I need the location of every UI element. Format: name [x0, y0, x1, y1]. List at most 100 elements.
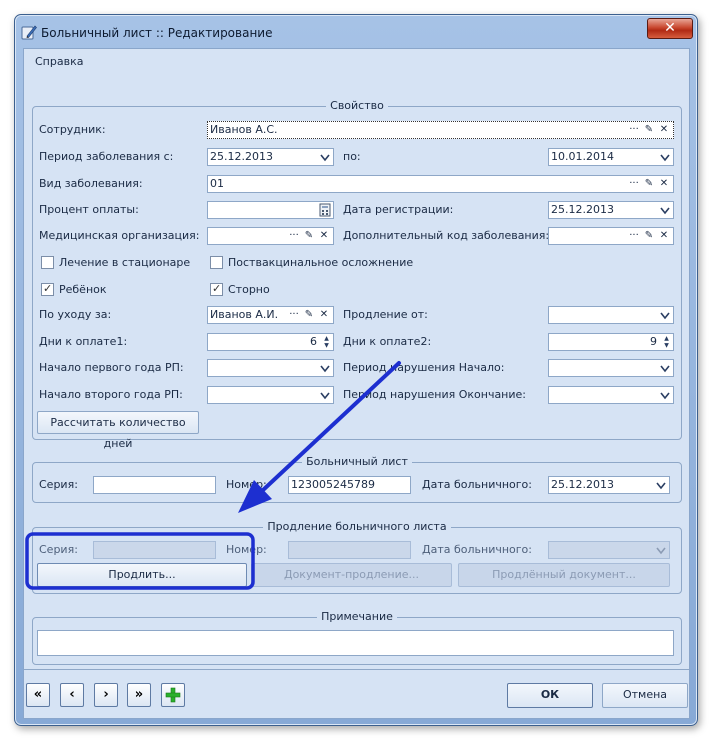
- clear-x-icon[interactable]: ✕: [657, 123, 671, 137]
- chevron-down-icon[interactable]: [658, 203, 672, 217]
- ellipsis-icon[interactable]: ···: [627, 229, 641, 243]
- note-group-title: Примечание: [317, 610, 397, 623]
- employee-field[interactable]: Иванов А.С. ··· ✎ ✕: [207, 121, 674, 139]
- violation-end-label: Период нарушения Окончание:: [343, 388, 526, 401]
- chevron-down-icon: [656, 547, 666, 555]
- title-bar[interactable]: Больничный лист :: Редактирование ✕: [15, 15, 697, 49]
- extension-number-label: Номер:: [226, 543, 267, 556]
- close-button[interactable]: ✕: [647, 18, 693, 39]
- chevron-down-icon[interactable]: [318, 361, 332, 375]
- extension-date-label: Дата больничного:: [422, 543, 532, 556]
- days-to-pay2-spinner[interactable]: 9 ▲ ▼: [548, 333, 674, 351]
- post-vaccination-label: Поствакцинальное осложнение: [228, 256, 414, 269]
- extend-button[interactable]: Продлить...: [37, 563, 247, 587]
- clear-x-icon[interactable]: ✕: [657, 229, 671, 243]
- edit-pencil-icon[interactable]: ✎: [642, 229, 656, 243]
- rp-year2-label: Начало второго года РП:: [39, 388, 183, 401]
- extension-from-field[interactable]: [548, 306, 674, 324]
- edit-window: Больничный лист :: Редактирование ✕ Спра…: [14, 14, 698, 726]
- spin-down-icon[interactable]: ▼: [321, 342, 332, 349]
- add-record-button[interactable]: [161, 683, 185, 707]
- rp-year2-field[interactable]: [207, 386, 334, 404]
- number-field[interactable]: 123005245789: [288, 476, 411, 494]
- first-record-button[interactable]: «: [26, 683, 50, 707]
- inpatient-label: Лечение в стационаре: [59, 256, 191, 269]
- violation-end-field[interactable]: [548, 386, 674, 404]
- edit-pencil-icon[interactable]: ✎: [642, 177, 656, 191]
- last-record-button[interactable]: »: [127, 683, 151, 707]
- employee-label: Сотрудник:: [39, 123, 106, 136]
- illness-from-date[interactable]: 25.12.2013: [207, 148, 334, 166]
- child-label: Ребёнок: [59, 283, 107, 296]
- clear-x-icon[interactable]: ✕: [657, 177, 671, 191]
- post-vaccination-checkbox[interactable]: [210, 256, 223, 269]
- registration-date-field[interactable]: 25.12.2013: [548, 201, 674, 219]
- edit-pencil-icon[interactable]: ✎: [302, 308, 316, 322]
- chevron-down-icon[interactable]: [658, 361, 672, 375]
- extension-date-field: [548, 541, 670, 559]
- plus-icon: [165, 687, 181, 703]
- extension-series-field: [93, 541, 216, 559]
- chevron-down-icon[interactable]: [654, 478, 668, 492]
- care-for-label: По уходу за:: [39, 308, 112, 321]
- cancel-button[interactable]: Отмена: [602, 683, 688, 708]
- footer-divider: [24, 669, 689, 670]
- illness-to-date[interactable]: 10.01.2014: [548, 148, 674, 166]
- ok-button[interactable]: ОК: [507, 683, 593, 708]
- medical-org-field[interactable]: ··· ✎ ✕: [207, 227, 334, 245]
- payment-percent-field[interactable]: [207, 201, 334, 219]
- chevron-down-icon[interactable]: [658, 388, 672, 402]
- violation-start-field[interactable]: [548, 359, 674, 377]
- ellipsis-icon[interactable]: ···: [627, 177, 641, 191]
- calculator-icon[interactable]: [318, 203, 332, 217]
- spin-up-icon[interactable]: ▲: [661, 335, 672, 342]
- ellipsis-icon[interactable]: ···: [627, 123, 641, 137]
- prev-record-button[interactable]: ‹: [60, 683, 84, 707]
- payment-percent-label: Процент оплаты:: [39, 203, 139, 216]
- extension-group-title: Продление больничного листа: [263, 520, 451, 533]
- illness-from-label: Период заболевания с:: [39, 150, 174, 163]
- property-group-title: Свойство: [326, 99, 388, 112]
- edit-pencil-icon[interactable]: ✎: [642, 123, 656, 137]
- spin-up-icon[interactable]: ▲: [321, 335, 332, 342]
- sick-leave-date-label: Дата больничного:: [422, 478, 532, 491]
- close-icon: ✕: [664, 20, 676, 36]
- ellipsis-icon[interactable]: ···: [287, 308, 301, 322]
- chevron-down-icon[interactable]: [318, 388, 332, 402]
- storno-label: Сторно: [228, 283, 270, 296]
- days-to-pay1-spinner[interactable]: 6 ▲ ▼: [207, 333, 334, 351]
- chevron-down-icon[interactable]: [658, 150, 672, 164]
- chevron-down-icon[interactable]: [318, 150, 332, 164]
- clear-x-icon[interactable]: ✕: [317, 229, 331, 243]
- series-field[interactable]: [93, 476, 216, 494]
- extension-doc-button: Документ-продление...: [251, 563, 452, 587]
- additional-code-field[interactable]: ··· ✎ ✕: [548, 227, 674, 245]
- edit-pencil-icon[interactable]: ✎: [302, 229, 316, 243]
- spin-down-icon[interactable]: ▼: [661, 342, 672, 349]
- next-record-button[interactable]: ›: [94, 683, 118, 707]
- ellipsis-icon[interactable]: ···: [287, 229, 301, 243]
- storno-checkbox[interactable]: ✓: [210, 282, 223, 296]
- calc-days-button[interactable]: Рассчитать количество дней: [37, 411, 199, 450]
- clear-x-icon[interactable]: ✕: [317, 308, 331, 322]
- medical-org-label: Медицинская организация:: [39, 229, 200, 242]
- checkmark-icon: ✓: [43, 282, 53, 295]
- window-title: Больничный лист :: Редактирование: [41, 26, 273, 40]
- illness-type-label: Вид заболевания:: [39, 177, 143, 190]
- to-label: по:: [343, 150, 361, 163]
- dialog-client-area: Справка Свойство Сотрудник: Иванов А.С. …: [23, 48, 690, 719]
- extended-doc-button: Продлённый документ...: [458, 563, 670, 587]
- pencil-app-icon: [21, 25, 37, 40]
- rp-year1-field[interactable]: [207, 359, 334, 377]
- sick-leave-date-field[interactable]: 25.12.2013: [548, 476, 670, 494]
- chevron-down-icon[interactable]: [658, 308, 672, 322]
- child-checkbox[interactable]: ✓: [41, 282, 54, 296]
- illness-type-field[interactable]: 01 ··· ✎ ✕: [207, 175, 674, 193]
- menu-help[interactable]: Справка: [35, 55, 83, 68]
- days-to-pay1-label: Дни к оплате1:: [39, 335, 128, 348]
- checkmark-icon: ✓: [212, 282, 222, 295]
- inpatient-checkbox[interactable]: [41, 256, 54, 269]
- note-field[interactable]: [37, 630, 674, 656]
- series-label: Серия:: [39, 478, 78, 491]
- care-for-field[interactable]: Иванов А.И. ··· ✎ ✕: [207, 306, 334, 324]
